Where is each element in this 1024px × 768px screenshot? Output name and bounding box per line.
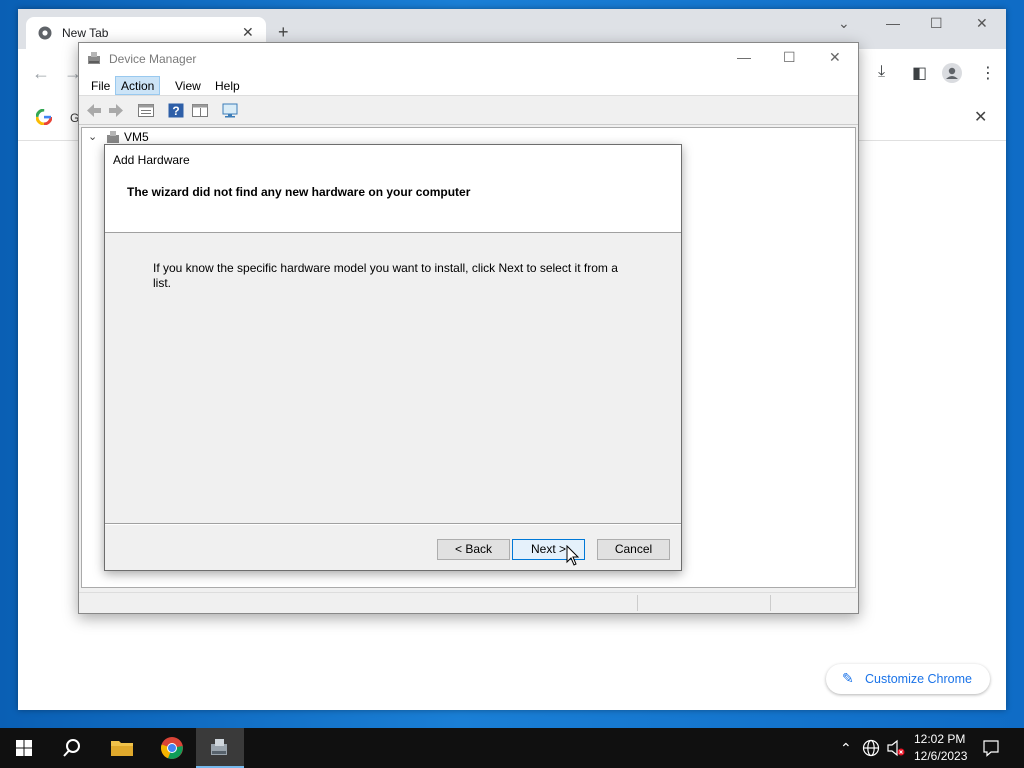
forward-arrow-icon[interactable] xyxy=(107,102,125,119)
taskbar-file-explorer[interactable] xyxy=(98,728,146,768)
clock-time[interactable]: 12:02 PM xyxy=(914,732,965,746)
chevron-down-icon[interactable]: ⌄ xyxy=(88,130,97,143)
close-icon[interactable]: ✕ xyxy=(829,49,841,66)
properties-icon[interactable] xyxy=(137,102,155,119)
maximize-icon[interactable]: ☐ xyxy=(783,49,796,66)
device-manager-icon xyxy=(211,739,227,755)
window-title: Device Manager xyxy=(109,52,197,66)
taskbar-device-manager[interactable] xyxy=(196,728,244,768)
download-icon[interactable]: ⤓ xyxy=(878,63,885,81)
search-icon xyxy=(63,739,80,757)
menu-bar: File Action View Help xyxy=(79,74,858,96)
windows-logo-icon xyxy=(16,740,32,756)
help-icon[interactable]: ? xyxy=(167,102,185,119)
menu-help[interactable]: Help xyxy=(209,76,246,95)
divider xyxy=(105,523,681,525)
tab-close-icon[interactable]: ✕ xyxy=(242,24,254,41)
new-tab-button[interactable]: + xyxy=(278,23,289,41)
device-manager-icon xyxy=(88,52,100,64)
view-icon[interactable] xyxy=(191,102,209,119)
scan-hardware-icon[interactable] xyxy=(221,102,239,119)
mouse-cursor-icon xyxy=(566,545,580,566)
notifications-icon[interactable] xyxy=(982,739,1000,757)
tab-search-icon[interactable]: ⌄ xyxy=(838,15,850,32)
status-divider xyxy=(637,595,638,611)
close-icon[interactable]: ✕ xyxy=(974,107,987,127)
tree-root-label[interactable]: VM5 xyxy=(124,130,149,144)
side-panel-icon[interactable]: ◧ xyxy=(912,63,927,83)
wizard-heading: The wizard did not find any new hardware… xyxy=(127,185,471,199)
menu-dots-icon[interactable]: ⋮ xyxy=(980,63,996,83)
menu-action[interactable]: Action xyxy=(115,76,161,95)
status-divider xyxy=(770,595,771,611)
toolbar: ? xyxy=(79,97,858,125)
customize-chrome-label: Customize Chrome xyxy=(865,672,972,686)
minimize-icon[interactable]: — xyxy=(737,49,751,65)
google-g-icon[interactable] xyxy=(36,109,52,125)
search-button[interactable] xyxy=(48,728,96,768)
customize-chrome-button[interactable]: ✎ Customize Chrome xyxy=(826,664,990,694)
folder-icon xyxy=(111,741,133,756)
pencil-icon: ✎ xyxy=(842,670,854,686)
tab-title: New Tab xyxy=(62,26,109,40)
computer-icon xyxy=(107,131,119,143)
taskbar-chrome[interactable] xyxy=(148,728,196,768)
start-button[interactable] xyxy=(0,728,48,768)
menu-view[interactable]: View xyxy=(169,76,207,95)
chevron-up-icon[interactable]: ⌃ xyxy=(840,740,852,757)
cancel-button[interactable]: Cancel xyxy=(597,539,670,560)
chrome-icon xyxy=(161,737,183,759)
dialog-title: Add Hardware xyxy=(113,153,190,167)
speaker-muted-icon[interactable] xyxy=(886,739,906,757)
maximize-icon[interactable]: ☐ xyxy=(930,15,943,32)
chrome-favicon-icon xyxy=(38,26,52,40)
device-manager-titlebar[interactable]: Device Manager — ☐ ✕ xyxy=(79,43,858,74)
back-arrow-icon[interactable]: ← xyxy=(32,63,50,84)
profile-avatar-icon[interactable] xyxy=(942,63,962,83)
back-button[interactable]: < Back xyxy=(437,539,510,560)
taskbar: ⌃ 12:02 PM 12/6/2023 xyxy=(0,728,1024,768)
close-window-icon[interactable]: ✕ xyxy=(976,15,988,32)
network-icon[interactable] xyxy=(862,739,880,757)
status-bar xyxy=(79,592,858,613)
svg-text:?: ? xyxy=(172,104,179,118)
wizard-body-text: If you know the specific hardware model … xyxy=(153,261,618,290)
wizard-header: Add Hardware The wizard did not find any… xyxy=(105,145,681,233)
menu-file[interactable]: File xyxy=(85,76,116,95)
back-arrow-icon[interactable] xyxy=(85,102,103,119)
minimize-icon[interactable]: — xyxy=(886,15,900,31)
add-hardware-dialog: Add Hardware The wizard did not find any… xyxy=(104,144,682,571)
clock-date[interactable]: 12/6/2023 xyxy=(914,749,967,763)
